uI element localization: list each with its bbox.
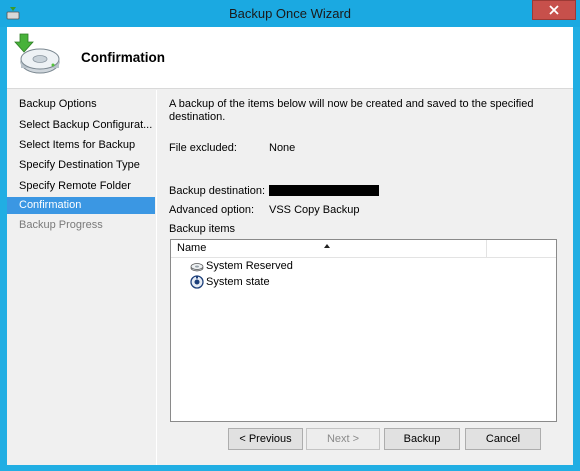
advanced-option-label: Advanced option: [169, 204, 255, 216]
drive-icon [190, 263, 204, 272]
intro-text: A backup of the items below will now be … [169, 98, 534, 123]
list-item-label: System state [206, 276, 270, 288]
cancel-button[interactable]: Cancel [465, 428, 541, 450]
column-name-label: Name [177, 242, 207, 254]
wizard-window: Backup Once Wizard Confirmation Backup O… [0, 0, 580, 471]
system-state-icon [190, 275, 204, 289]
advanced-option-value: VSS Copy Backup [269, 204, 360, 216]
backup-destination-label: Backup destination: [169, 185, 266, 197]
nav-item-remote-folder[interactable]: Specify Remote Folder [7, 178, 155, 195]
wizard-header: Confirmation [7, 27, 573, 89]
list-item[interactable]: System Reserved [190, 258, 293, 274]
nav-item-select-backup-configuration[interactable]: Select Backup Configurat... [7, 117, 155, 134]
column-header-name[interactable]: Name [171, 240, 487, 258]
confirmation-panel: A backup of the items below will now be … [157, 90, 573, 465]
nav-item-backup-progress: Backup Progress [19, 219, 103, 231]
nav-item-destination-type[interactable]: Specify Destination Type [7, 157, 155, 174]
nav-item-select-items[interactable]: Select Items for Backup [7, 137, 155, 154]
wizard-client-area: Confirmation Backup Options Select Backu… [7, 27, 573, 465]
close-icon [549, 5, 559, 15]
list-header: Name [171, 240, 556, 258]
window-title: Backup Once Wizard [228, 6, 352, 21]
redacted-destination [269, 185, 379, 196]
page-title: Confirmation [81, 50, 165, 65]
next-button: Next > [306, 428, 380, 450]
previous-button[interactable]: < Previous [228, 428, 303, 450]
file-excluded-value: None [269, 142, 296, 154]
nav-item-confirmation[interactable]: Confirmation [7, 197, 155, 214]
list-item-label: System Reserved [206, 260, 293, 272]
backup-button[interactable]: Backup [384, 428, 460, 450]
file-excluded-label: File excluded: [169, 142, 237, 154]
wizard-steps: Backup Options Select Backup Configurat.… [7, 90, 155, 465]
sort-ascending-icon [324, 244, 330, 248]
list-item[interactable]: System state [190, 274, 270, 290]
close-button[interactable] [532, 0, 576, 20]
backup-items-list[interactable]: Name System Reserved System state [170, 239, 557, 422]
backup-items-label: Backup items [169, 223, 236, 235]
title-bar[interactable]: Backup Once Wizard [0, 0, 580, 27]
backup-disk-icon [14, 33, 60, 74]
nav-item-backup-options[interactable]: Backup Options [7, 96, 155, 113]
